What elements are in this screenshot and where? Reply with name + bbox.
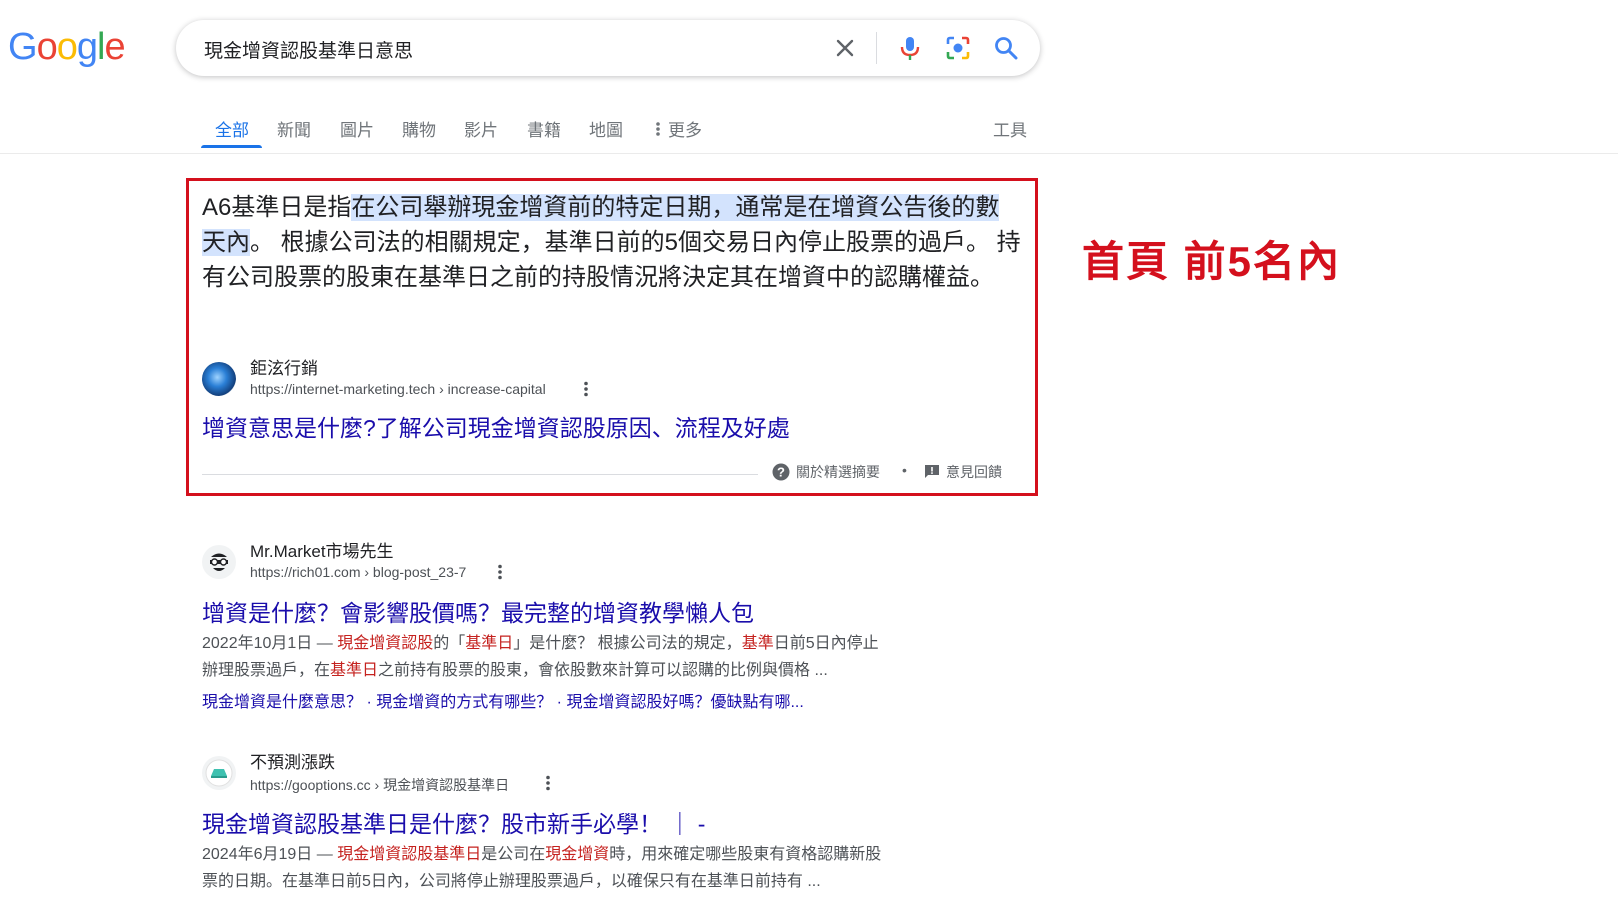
result2-title[interactable]: 現金增資認股基準日是什麼？股市新手必學！ ｜ - xyxy=(202,805,705,839)
logo-letter: o xyxy=(36,26,58,68)
logo-letter: G xyxy=(8,26,38,68)
tab-more[interactable]: 更多 xyxy=(656,116,702,141)
result2-snippet-line2: 票的日期。在基準日前5日內，公司將停止辦理股票過戶，以確保只有在基準日前持有 .… xyxy=(202,868,982,895)
result2-segment: 票的日期。在基準日前5日內，公司將停止辦理股票過戶，以確保只有在基準日前持有 .… xyxy=(202,873,821,890)
feedback-button[interactable]: 意見回饋 xyxy=(924,462,1002,482)
tab-more-label: 更多 xyxy=(668,121,702,140)
result2-site-name[interactable]: 不預測漲跌 xyxy=(250,748,335,773)
logo-letter: g xyxy=(76,26,98,68)
site-favicon[interactable] xyxy=(202,362,236,396)
tab-maps[interactable]: 地圖 xyxy=(589,116,623,141)
search-box[interactable]: 現金增資認股基準日意思 xyxy=(176,20,1040,76)
logo-letter: e xyxy=(104,26,125,68)
annotation-label: 首頁 前5名內 xyxy=(1082,238,1342,285)
result1-more-options-icon[interactable] xyxy=(498,564,502,585)
result2-url[interactable]: https://gooptions.cc › 現金增資認股基準日 xyxy=(250,775,509,795)
tabs-divider xyxy=(0,153,1618,154)
result2-segment: 現金增資 xyxy=(545,846,610,863)
result2-segment: 現金增資認股基準日 xyxy=(337,846,482,863)
snippet-text-before: A6基準日是指 xyxy=(202,194,352,221)
logo-letter: l xyxy=(96,26,106,68)
search-icon[interactable] xyxy=(992,34,1020,62)
result1-segment: 的「 xyxy=(433,635,466,652)
more-options-icon[interactable] xyxy=(584,381,588,402)
tab-shopping[interactable]: 購物 xyxy=(402,116,436,141)
result2-snippet: 2024年6月19日 — 現金增資認股基準日是公司在現金增資時，用來確定哪些股東… xyxy=(202,841,982,895)
result1-snippet: 2022年10月1日 — 現金增資認股的「基準日」是什麼？ 根據公司法的規定，基… xyxy=(202,630,982,684)
result1-site-name[interactable]: Mr.Market市場先生 xyxy=(250,537,394,562)
result1-segment: 基準日 xyxy=(330,662,379,679)
separator-dot: • xyxy=(902,462,907,478)
lens-camera-icon[interactable] xyxy=(944,34,972,62)
result1-title[interactable]: 增資是什麼？會影響股價嗎？最完整的增資教學懶人包 xyxy=(202,594,754,628)
search-input[interactable]: 現金增資認股基準日意思 xyxy=(204,36,413,63)
snippet-site-url[interactable]: https://internet-marketing.tech › increa… xyxy=(250,381,546,397)
result1-segment: 2022年10月1日 — xyxy=(202,635,338,652)
tab-videos[interactable]: 影片 xyxy=(464,116,498,141)
result1-url[interactable]: https://rich01.com › blog-post_23-7 xyxy=(250,564,466,580)
snippet-result-title[interactable]: 增資意思是什麼?了解公司現金增資認股原因、流程及好處 xyxy=(202,409,790,443)
result2-more-options-icon[interactable] xyxy=(546,775,550,796)
tab-all[interactable]: 全部 xyxy=(215,116,249,141)
result1-segment: 」是什麼？ 根據公司法的規定， xyxy=(513,635,742,652)
result2-favicon[interactable] xyxy=(202,756,236,790)
active-tab-indicator xyxy=(201,145,262,148)
result2-segment: 時，用來確定哪些股東有資格認購新股 xyxy=(609,846,882,863)
feedback-icon xyxy=(925,465,939,478)
snippet-footer-divider xyxy=(202,474,758,475)
snippet-site-name[interactable]: 鉅泫行銷 xyxy=(250,354,318,379)
svg-text:?: ? xyxy=(777,465,785,480)
tab-images[interactable]: 圖片 xyxy=(340,116,374,141)
about-featured-snippets[interactable]: ? 關於精選摘要 xyxy=(772,462,880,482)
result1-snippet-line2: 辦理股票過戶，在基準日之前持有股票的股東，會依股數來計算可以認購的比例與價格 .… xyxy=(202,657,982,684)
tab-news[interactable]: 新聞 xyxy=(277,116,311,141)
snippet-text-after: 。 根據公司法的相關規定，基準日前的5個交易日內停止股票的過戶。 持有公司股票的… xyxy=(202,229,1021,291)
more-vert-icon xyxy=(656,121,660,136)
result1-favicon[interactable] xyxy=(202,545,236,579)
result2-segment: 是公司在 xyxy=(481,846,546,863)
result2-segment: 2024年6月19日 — xyxy=(202,846,338,863)
result1-snippet-line1: 2022年10月1日 — 現金增資認股的「基準日」是什麼？ 根據公司法的規定，基… xyxy=(202,630,982,657)
result1-segment: 基準 xyxy=(741,635,774,652)
feedback-label: 意見回饋 xyxy=(946,464,1002,480)
search-divider xyxy=(876,32,877,64)
clear-icon[interactable] xyxy=(831,34,859,62)
result1-segment: 基準日 xyxy=(465,635,514,652)
about-label: 關於精選摘要 xyxy=(796,464,880,480)
tab-books[interactable]: 書籍 xyxy=(527,116,561,141)
microphone-icon[interactable] xyxy=(896,34,924,62)
result1-segment: 辦理股票過戶，在 xyxy=(202,662,331,679)
result1-segment: 現金增資認股 xyxy=(337,635,434,652)
logo-letter: o xyxy=(56,26,78,68)
help-icon: ? xyxy=(772,463,790,481)
featured-snippet-text: A6基準日是指在公司舉辦現金增資前的特定日期，通常是在增資公告後的數天內。 根據… xyxy=(202,190,1022,295)
result1-segment: 之前持有股票的股東，會依股數來計算可以認購的比例與價格 ... xyxy=(378,662,828,679)
result2-snippet-line1: 2024年6月19日 — 現金增資認股基準日是公司在現金增資時，用來確定哪些股東… xyxy=(202,841,982,868)
google-logo[interactable]: Google xyxy=(8,26,126,69)
result1-segment: 日前5日內停止 xyxy=(773,635,879,652)
tools-button[interactable]: 工具 xyxy=(993,116,1027,141)
result1-sitelinks[interactable]: 現金增資是什麼意思？ · 現金增資的方式有哪些？ · 現金增資認股好嗎？優缺點有… xyxy=(202,688,804,712)
